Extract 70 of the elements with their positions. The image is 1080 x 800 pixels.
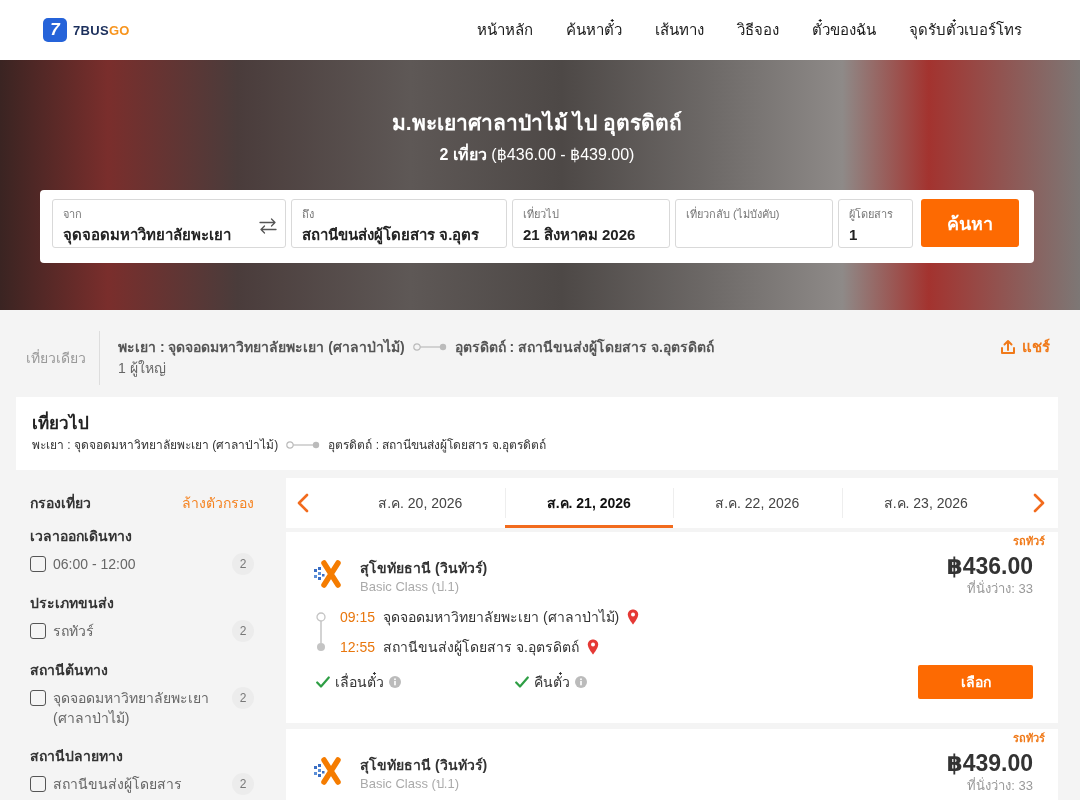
route-title: ม.พะเยาศาลาป่าไม้ ไป อุตรดิตถ์	[391, 109, 683, 138]
ticket-price: ฿436.00	[946, 552, 1033, 580]
operator-name: สุโขทัยธานี (วินทัวร์)	[360, 558, 488, 578]
swap-icon[interactable]	[259, 218, 277, 234]
trip-count-summary: 2 เที่ยว (฿436.00 - ฿439.00)	[439, 144, 635, 166]
route-connector-icon	[412, 343, 447, 351]
operator-logo-icon	[313, 756, 343, 786]
route-connector-icon	[286, 441, 321, 449]
operator-logo-icon	[313, 559, 343, 589]
date-tab[interactable]: ส.ค. 22, 2026	[673, 478, 842, 528]
logo-text[interactable]: 7BUSGO	[73, 22, 130, 38]
filter-option-label[interactable]: สถานีขนส่งผู้โดยสาร	[53, 773, 225, 794]
stop-station: สถานีขนส่งผู้โดยสาร จ.อุตรดิตถ์	[383, 638, 579, 657]
chevron-right-icon[interactable]	[1033, 493, 1045, 513]
checkbox[interactable]	[30, 556, 46, 572]
destination-station: อุตรดิตถ์ : สถานีขนส่งผู้โดยสาร จ.อุตรดิตถ์	[454, 337, 714, 357]
transport-type-label: รถทัวร์	[1013, 731, 1045, 745]
ticket-price: ฿439.00	[946, 749, 1033, 777]
nav-link[interactable]: หน้าหลัก	[477, 20, 533, 40]
trip-count: 2	[232, 687, 254, 709]
filter-option-label[interactable]: 06:00 - 12:00	[53, 553, 225, 574]
search-field[interactable]: ผู้โดยสาร 1	[838, 199, 913, 248]
nav-link[interactable]: เส้นทาง	[655, 20, 704, 40]
search-field[interactable]: ถึง สถานีขนส่งผู้โดยสาร จ.อุตร	[291, 199, 507, 248]
date-tab[interactable]: ส.ค. 20, 2026	[336, 478, 505, 528]
feature-label: เลื่อนตั๋ว	[335, 672, 384, 692]
filter-group-title: สถานีปลายทาง	[30, 747, 124, 766]
logo-mark[interactable]: 7	[43, 18, 67, 42]
feature-label: คืนตั๋ว	[534, 672, 570, 692]
filter-option-label[interactable]: จุดจอดมหาวิทยาลัยพะเยา (ศาลาป่าไม้)	[53, 687, 225, 728]
filter-group-title: เวลาออกเดินทาง	[30, 527, 133, 546]
origin-station: พะเยา : จุดจอดมหาวิทยาลัยพะเยา (ศาลาป่าไม้)	[32, 437, 279, 454]
timeline-icon	[316, 612, 326, 652]
seats-available: ที่นั่งว่าง: 33	[967, 581, 1033, 597]
filter-title: กรองเที่ยว	[30, 493, 91, 513]
date-tab[interactable]: ส.ค. 21, 2026	[504, 478, 673, 528]
map-pin-icon[interactable]	[627, 609, 640, 625]
bus-class: Basic Class (ป.1)	[360, 578, 461, 596]
trip-count: 2	[232, 620, 254, 642]
filter-group-title: สถานีต้นทาง	[30, 661, 109, 680]
operator-name: สุโขทัยธานี (วินทัวร์)	[360, 755, 488, 775]
destination-station: อุตรดิตถ์ : สถานีขนส่งผู้โดยสาร จ.อุตรดิตถ์	[328, 437, 546, 454]
filter-option-label[interactable]: รถทัวร์	[53, 620, 225, 641]
nav-link[interactable]: วิธีจอง	[737, 20, 779, 40]
nav-link[interactable]: ตั๋วของฉัน	[812, 20, 876, 40]
passenger-count: 1 ผู้ใหญ่	[118, 359, 167, 378]
checkbox[interactable]	[30, 776, 46, 792]
nav-link[interactable]: จุดรับตั๋วเบอร์โทร	[909, 20, 1022, 40]
map-pin-icon[interactable]	[586, 639, 599, 655]
search-field[interactable]: เที่ยวไป 21 สิงหาคม 2026	[512, 199, 670, 248]
checkbox[interactable]	[30, 623, 46, 639]
transport-type-label: รถทัวร์	[1013, 534, 1045, 548]
search-field[interactable]: จาก จุดจอดมหาวิทยาลัยพะเยา	[52, 199, 286, 248]
stop-time: 12:55	[340, 638, 376, 657]
chevron-left-icon[interactable]	[297, 493, 309, 513]
bus-class: Basic Class (ป.1)	[360, 775, 461, 793]
stop-time: 09:15	[340, 608, 376, 627]
trip-type-label: เที่ยวเดียว	[26, 348, 87, 368]
origin-station: พะเยา : จุดจอดมหาวิทยาลัยพะเยา (ศาลาป่าไม้)	[118, 338, 405, 357]
share-icon	[1000, 339, 1016, 355]
filter-group-title: ประเภทขนส่ง	[30, 594, 115, 613]
seats-available: ที่นั่งว่าง: 33	[967, 778, 1033, 794]
search-field[interactable]: เที่ยวกลับ (ไม่บังคับ)	[675, 199, 833, 248]
date-tab[interactable]: ส.ค. 23, 2026	[841, 478, 1010, 528]
nav-link[interactable]: ค้นหาตั๋ว	[566, 20, 622, 40]
checkbox[interactable]	[30, 690, 46, 706]
stop-station: จุดจอดมหาวิทยาลัยพะเยา (ศาลาป่าไม้)	[383, 608, 620, 627]
trip-count: 2	[232, 773, 254, 795]
section-title: เที่ยวไป	[32, 412, 1042, 436]
trip-count: 2	[232, 553, 254, 575]
